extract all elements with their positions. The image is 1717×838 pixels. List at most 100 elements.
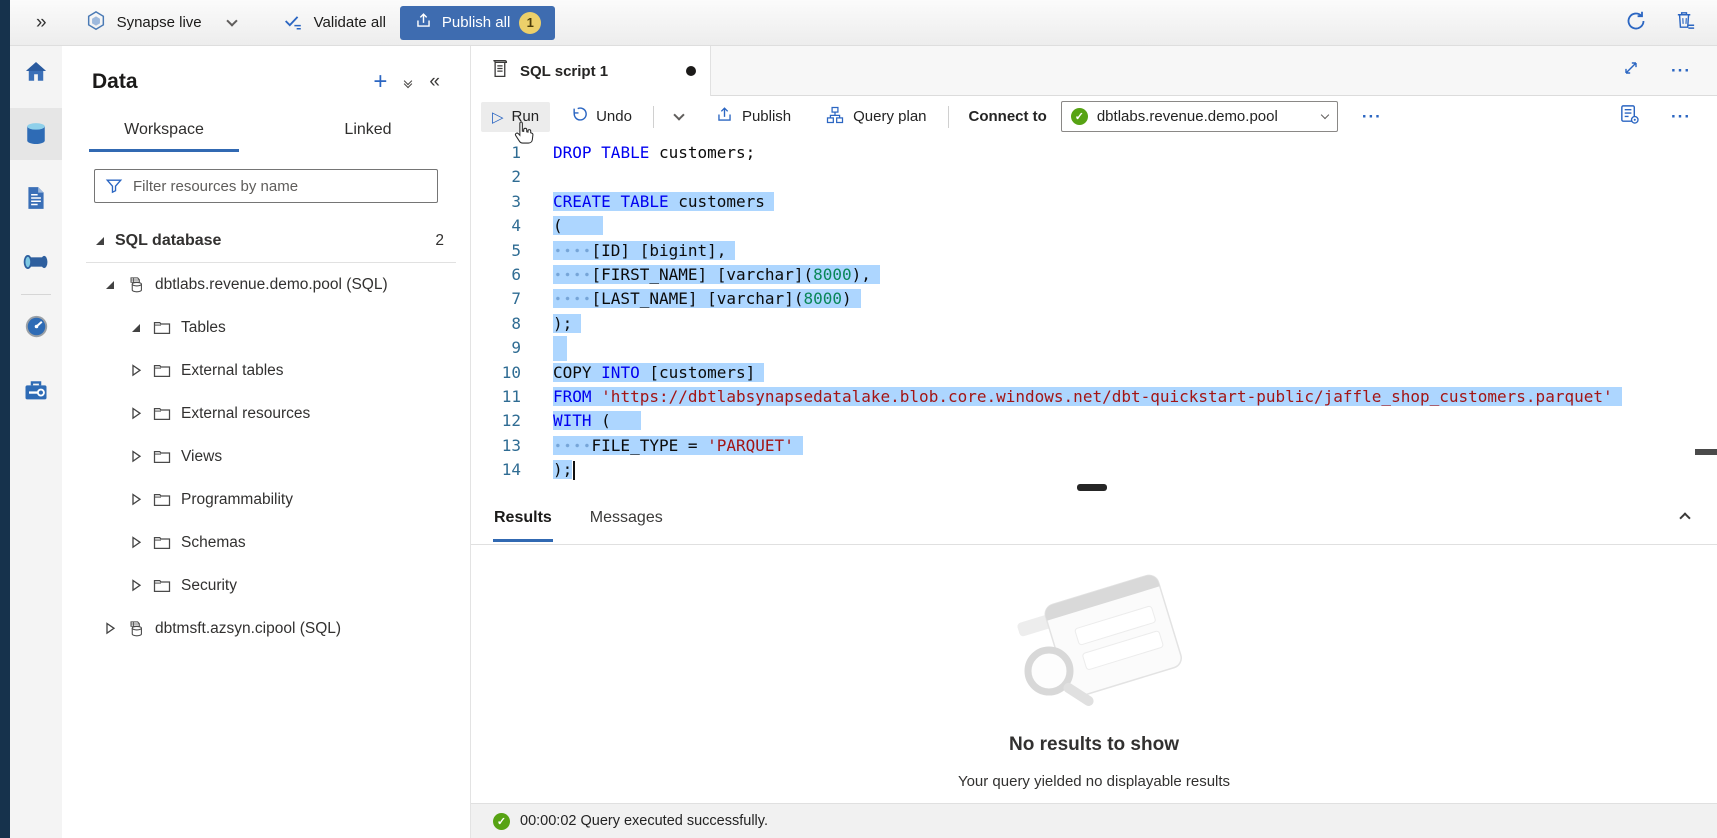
tree-item-views[interactable]: Views xyxy=(62,435,470,478)
app-left-edge xyxy=(0,0,10,838)
collapse-expander-icon[interactable] xyxy=(92,237,108,245)
tree-item-sql-database[interactable]: SQL database2 xyxy=(62,219,470,262)
expand-expander-icon[interactable] xyxy=(128,364,144,377)
expand-expander-icon[interactable] xyxy=(102,622,118,635)
publish-all-button[interactable]: Publish all 1 xyxy=(400,6,555,40)
connected-status-icon: ✓ xyxy=(1071,108,1088,125)
synapse-branch-icon xyxy=(85,10,107,36)
environment-label: Synapse live xyxy=(117,14,202,31)
tree-item-schemas[interactable]: Schemas xyxy=(62,521,470,564)
tree-item-label: dbtmsft.azsyn.cipool (SQL) xyxy=(155,620,341,638)
validate-icon xyxy=(282,10,304,36)
editor-toolbar: ▷ Run Undo Publish Query plan Connect to… xyxy=(471,96,1717,137)
collapse-results-icon[interactable] xyxy=(1681,509,1689,527)
collapse-panel-icon[interactable]: « xyxy=(429,71,440,93)
code-line-10: COPY INTO [customers] xyxy=(553,361,1622,385)
empty-results-state: No results to show Your query yielded no… xyxy=(471,545,1717,790)
line-number: 7 xyxy=(471,287,521,311)
show-navigation-icon[interactable]: » xyxy=(36,12,47,34)
line-number: 8 xyxy=(471,312,521,336)
code-line-8: ); xyxy=(553,312,1622,336)
tree-item-label: Views xyxy=(181,448,222,466)
chevron-down-icon xyxy=(1321,110,1329,118)
nav-monitor-icon[interactable] xyxy=(10,300,62,352)
tree-item-label: dbtlabs.revenue.demo.pool (SQL) xyxy=(155,276,388,294)
expand-expander-icon[interactable] xyxy=(128,407,144,420)
add-resource-button[interactable]: + xyxy=(373,72,387,92)
tab-messages[interactable]: Messages xyxy=(579,494,674,542)
validate-all-label: Validate all xyxy=(314,14,386,31)
tree-item-external-resources[interactable]: External resources xyxy=(62,392,470,435)
tab-workspace[interactable]: Workspace xyxy=(62,110,266,152)
nav-integrate-icon[interactable] xyxy=(10,236,62,288)
expand-editor-icon[interactable] xyxy=(1621,58,1641,83)
folder-icon xyxy=(151,533,173,553)
splitter-handle[interactable] xyxy=(1077,484,1107,491)
expand-expander-icon[interactable] xyxy=(128,450,144,463)
nav-home-icon[interactable] xyxy=(10,46,62,98)
tab-sql-script-1[interactable]: SQL script 1 xyxy=(471,46,711,96)
toolbar-more-icon[interactable]: ··· xyxy=(1362,107,1382,127)
undo-icon xyxy=(569,105,588,128)
query-plan-icon xyxy=(825,105,845,129)
tree-item-tables[interactable]: Tables xyxy=(62,306,470,349)
run-options-icon[interactable] xyxy=(664,109,694,125)
nav-manage-icon[interactable] xyxy=(10,364,62,416)
tree-item-security[interactable]: Security xyxy=(62,564,470,607)
collapse-all-icon[interactable] xyxy=(405,78,411,87)
line-number: 11 xyxy=(471,385,521,409)
tab-linked[interactable]: Linked xyxy=(266,110,470,152)
sql-script-icon xyxy=(489,58,510,84)
folder-icon xyxy=(151,447,173,467)
connect-to-dropdown[interactable]: ✓ dbtlabs.revenue.demo.pool xyxy=(1061,101,1338,132)
query-plan-label: Query plan xyxy=(853,108,926,125)
query-plan-button[interactable]: Query plan xyxy=(814,99,937,135)
line-number: 2 xyxy=(471,165,521,189)
line-number: 6 xyxy=(471,263,521,287)
code-line-6: [FIRST_NAME] [varchar](8000), xyxy=(553,263,1622,287)
refresh-button[interactable] xyxy=(1624,9,1648,37)
publish-button[interactable]: Publish xyxy=(704,99,802,134)
undo-label: Undo xyxy=(596,108,632,125)
tree-item-label: Programmability xyxy=(181,491,293,509)
properties-icon[interactable] xyxy=(1618,103,1641,130)
panel-title: Data xyxy=(92,70,138,94)
code-line-4: ( xyxy=(553,214,1622,238)
status-bar: ✓ 00:00:02 Query executed successfully. xyxy=(471,803,1717,838)
tree-item-dbtmsft-azsyn-cipool-sql[interactable]: dbtmsft.azsyn.cipool (SQL) xyxy=(62,607,470,650)
expand-expander-icon[interactable] xyxy=(128,493,144,506)
filter-input[interactable] xyxy=(94,169,438,203)
discard-all-button[interactable] xyxy=(1674,9,1697,36)
scrollbar-thumb[interactable] xyxy=(1695,449,1717,455)
line-number: 14 xyxy=(471,458,521,482)
tab-messages-label: Messages xyxy=(590,509,663,526)
collapse-expander-icon[interactable] xyxy=(128,324,144,332)
run-label: Run xyxy=(512,108,540,125)
tree-item-dbtlabs-revenue-demo-pool-sql[interactable]: dbtlabs.revenue.demo.pool (SQL) xyxy=(62,263,470,306)
folder-icon xyxy=(151,318,173,338)
empty-subtitle: Your query yielded no displayable result… xyxy=(471,773,1717,790)
filter-box xyxy=(94,169,438,203)
document-tabstrip: SQL script 1 ··· xyxy=(471,46,1717,96)
nav-develop-icon[interactable] xyxy=(10,172,62,224)
validate-all-button[interactable]: Validate all xyxy=(282,10,386,36)
editor-region: SQL script 1 ··· ▷ Run Undo Publish xyxy=(470,46,1717,838)
tree-item-label: Tables xyxy=(181,319,226,337)
folder-icon xyxy=(151,361,173,381)
tree-item-label: Schemas xyxy=(181,534,246,552)
editor-more-icon[interactable]: ··· xyxy=(1671,107,1691,127)
tab-results[interactable]: Results xyxy=(483,494,563,542)
undo-button[interactable]: Undo xyxy=(558,99,643,134)
environment-selector[interactable]: Synapse live xyxy=(85,10,236,36)
publish-icon xyxy=(414,11,433,34)
collapse-expander-icon[interactable] xyxy=(102,281,118,289)
nav-data-icon[interactable] xyxy=(10,108,62,160)
tree-item-external-tables[interactable]: External tables xyxy=(62,349,470,392)
code-line-11: FROM 'https://dbtlabsynapsedatalake.blob… xyxy=(553,385,1622,409)
tab-more-icon[interactable]: ··· xyxy=(1671,61,1691,81)
expand-expander-icon[interactable] xyxy=(128,579,144,592)
tree-item-programmability[interactable]: Programmability xyxy=(62,478,470,521)
expand-expander-icon[interactable] xyxy=(128,536,144,549)
run-button[interactable]: ▷ Run xyxy=(481,102,550,132)
sql-code-editor[interactable]: 1234567891011121314 DROP TABLE customers… xyxy=(471,137,1717,489)
